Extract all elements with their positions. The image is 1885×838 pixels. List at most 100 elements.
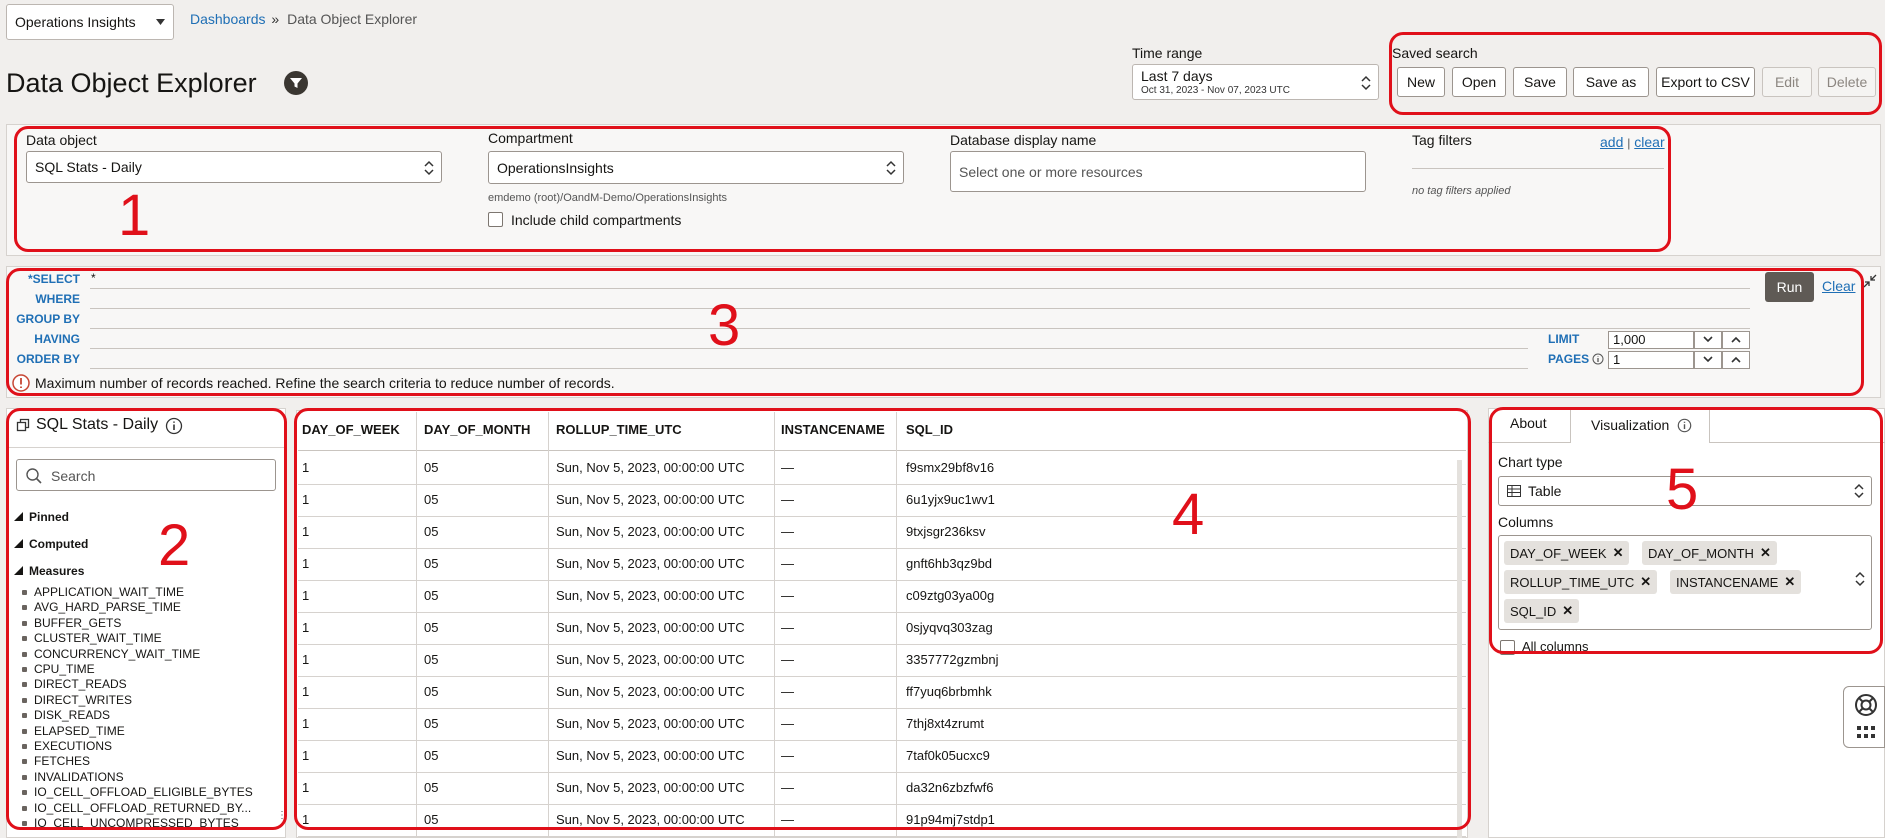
pages-decrease-button[interactable] [1694,351,1722,369]
table-cell[interactable]: — [781,620,794,635]
table-cell[interactable]: 91p94mj7stdp1 [906,812,995,827]
table-cell[interactable]: 7thj8xt4zrumt [906,716,984,731]
table-cell[interactable]: 7taf0k05ucxc9 [906,748,990,763]
column-chip[interactable]: INSTANCENAME ✕ [1670,570,1802,594]
tab-about[interactable]: About [1510,415,1547,431]
tree-item-measure[interactable]: CLUSTER_WAIT_TIME [34,631,162,645]
table-cell[interactable]: 05 [424,620,438,635]
close-icon[interactable]: ✕ [1613,545,1624,561]
info-icon[interactable] [1677,418,1692,433]
column-chip[interactable]: SQL_ID ✕ [1504,599,1580,623]
table-cell[interactable]: Sun, Nov 5, 2023, 00:00:00 UTC [556,812,745,827]
tree-item-measure[interactable]: CPU_TIME [34,662,95,676]
time-range-select[interactable]: Last 7 days Oct 31, 2023 - Nov 07, 2023 … [1132,64,1379,100]
table-cell[interactable]: Sun, Nov 5, 2023, 00:00:00 UTC [556,492,745,507]
resize-handle-icon[interactable]: ⋮ [277,810,287,821]
table-cell[interactable]: c09ztg03ya00g [906,588,994,603]
tree-item-measure[interactable]: INVALIDATIONS [34,770,124,784]
tag-add-link[interactable]: add [1600,134,1623,150]
tree-item-measure[interactable]: IO_CELL_UNCOMPRESSED_BYTES [34,816,239,830]
table-cell[interactable]: Sun, Nov 5, 2023, 00:00:00 UTC [556,556,745,571]
column-chip[interactable]: DAY_OF_WEEK ✕ [1504,541,1630,565]
tree-item-measure[interactable]: IO_CELL_OFFLOAD_ELIGIBLE_BYTES [34,785,253,799]
column-header-sql-id[interactable]: SQL_ID [906,422,953,437]
limit-input[interactable]: 1,000 [1608,331,1694,349]
table-cell[interactable]: gnft6hb3qz9bd [906,556,992,571]
close-icon[interactable]: ✕ [1760,545,1771,561]
table-cell[interactable]: f9smx29bf8v16 [906,460,994,475]
tab-visualization[interactable]: Visualization [1570,408,1710,443]
table-cell[interactable]: Sun, Nov 5, 2023, 00:00:00 UTC [556,588,745,603]
table-cell[interactable]: 6u1yjx9uc1wv1 [906,492,995,507]
table-cell[interactable]: — [781,812,794,827]
table-cell[interactable]: 05 [424,556,438,571]
tree-item-measure[interactable]: BUFFER_GETS [34,616,121,630]
table-cell[interactable]: 05 [424,812,438,827]
help-widget[interactable] [1843,686,1885,748]
table-cell[interactable]: Sun, Nov 5, 2023, 00:00:00 UTC [556,460,745,475]
table-cell[interactable]: da32n6zbzfwf6 [906,780,993,795]
column-chip[interactable]: DAY_OF_MONTH ✕ [1642,541,1777,565]
tree-group-measures[interactable]: Measures [14,564,84,578]
having-input-line[interactable] [90,348,1528,349]
order-by-input-line[interactable] [90,368,1528,369]
table-cell[interactable]: 05 [424,748,438,763]
table-cell[interactable]: 05 [424,684,438,699]
db-display-input[interactable]: Select one or more resources [950,151,1366,192]
table-cell[interactable]: 05 [424,652,438,667]
table-cell[interactable]: 05 [424,460,438,475]
filter-icon[interactable] [284,71,308,95]
limit-increase-button[interactable] [1722,331,1750,349]
tree-item-measure[interactable]: CONCURRENCY_WAIT_TIME [34,647,200,661]
save-as-button[interactable]: Save as [1573,67,1649,97]
table-cell[interactable]: 1 [302,588,309,603]
tree-search-input[interactable]: Search [16,459,276,491]
table-cell[interactable]: ff7yuq6brbmhk [906,684,992,699]
tree-item-measure[interactable]: ELAPSED_TIME [34,724,125,738]
table-cell[interactable]: Sun, Nov 5, 2023, 00:00:00 UTC [556,684,745,699]
info-icon[interactable] [165,417,183,435]
app-select[interactable]: Operations Insights [6,4,174,40]
close-icon[interactable]: ✕ [1562,603,1573,619]
table-cell[interactable]: 1 [302,780,309,795]
collapse-icon[interactable] [1863,274,1877,288]
table-cell[interactable]: Sun, Nov 5, 2023, 00:00:00 UTC [556,652,745,667]
table-scrollbar[interactable] [1457,460,1462,838]
limit-decrease-button[interactable] [1694,331,1722,349]
table-cell[interactable]: 1 [302,524,309,539]
new-button[interactable]: New [1397,67,1445,97]
table-cell[interactable]: 1 [302,748,309,763]
pages-input[interactable]: 1 [1608,351,1694,369]
pages-increase-button[interactable] [1722,351,1750,369]
table-cell[interactable]: 1 [302,684,309,699]
all-columns-checkbox[interactable] [1500,640,1515,655]
breadcrumb-dashboards-link[interactable]: Dashboards [190,11,266,27]
data-object-select[interactable]: SQL Stats - Daily [26,151,442,183]
table-cell[interactable]: 1 [302,620,309,635]
column-chip[interactable]: ROLLUP_TIME_UTC ✕ [1504,570,1658,594]
where-input-line[interactable] [90,308,1750,309]
table-cell[interactable]: Sun, Nov 5, 2023, 00:00:00 UTC [556,748,745,763]
table-cell[interactable]: Sun, Nov 5, 2023, 00:00:00 UTC [556,620,745,635]
table-cell[interactable]: 0sjyqvq303zag [906,620,993,635]
tree-group-computed[interactable]: Computed [14,537,88,551]
table-cell[interactable]: Sun, Nov 5, 2023, 00:00:00 UTC [556,780,745,795]
table-cell[interactable]: — [781,588,794,603]
table-cell[interactable]: 05 [424,780,438,795]
clear-query-link[interactable]: Clear [1822,278,1855,294]
compartment-select[interactable]: OperationsInsights [488,151,904,184]
table-cell[interactable]: 1 [302,556,309,571]
select-value[interactable]: * [91,271,96,285]
table-cell[interactable]: — [781,460,794,475]
include-child-checkbox[interactable] [488,212,503,227]
edit-button[interactable]: Edit [1762,67,1812,97]
table-cell[interactable]: 1 [302,460,309,475]
table-cell[interactable]: — [781,684,794,699]
table-cell[interactable]: — [781,780,794,795]
table-cell[interactable]: — [781,556,794,571]
column-header-rollup-time[interactable]: ROLLUP_TIME_UTC [556,422,682,437]
close-icon[interactable]: ✕ [1784,574,1795,590]
export-csv-button[interactable]: Export to CSV [1656,67,1755,97]
tree-item-measure[interactable]: DIRECT_WRITES [34,693,132,707]
table-cell[interactable]: — [781,748,794,763]
